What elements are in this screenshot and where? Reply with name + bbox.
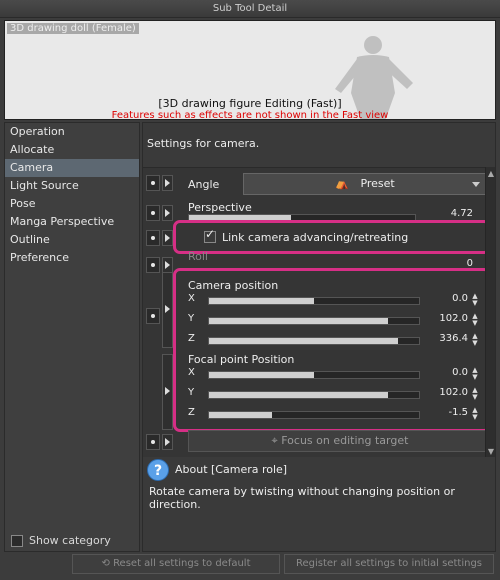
window-title: Sub Tool Detail bbox=[0, 0, 500, 18]
reset-icon: ⟲ bbox=[101, 558, 114, 569]
focal-x-spin-icon[interactable]: ▲ ▼ bbox=[470, 367, 480, 381]
register-settings-button[interactable]: Register all settings to initial setting… bbox=[284, 554, 494, 574]
sidebar-item-preference[interactable]: Preference bbox=[5, 249, 139, 267]
settings-panel: Angle ⛺ Preset Perspective 4.72 ✓ Link c… bbox=[143, 167, 487, 457]
question-icon: ? bbox=[147, 459, 169, 481]
sidebar-item-camera[interactable]: Camera bbox=[5, 159, 139, 177]
scroll-up-icon[interactable]: ▲ bbox=[487, 169, 495, 178]
focus-button-label: Focus on editing target bbox=[281, 434, 409, 447]
focal-z-value[interactable]: -1.5 bbox=[408, 407, 468, 418]
bottom-bar: ⟲ Reset all settings to default Register… bbox=[0, 554, 500, 580]
doll-name-label: 3D drawing doll (Female) bbox=[7, 23, 139, 34]
link-camera-highlight: ✓ Link camera advancing/retreating bbox=[173, 220, 487, 254]
preset-label: Preset bbox=[360, 177, 395, 190]
checkmark-icon: ✓ bbox=[205, 227, 216, 241]
camera-y-axis: Y bbox=[188, 313, 195, 324]
about-title: About [Camera role] bbox=[175, 463, 288, 476]
camera-z-slider[interactable] bbox=[208, 337, 420, 345]
camera-y-slider[interactable] bbox=[208, 317, 420, 325]
expand-arrow-icon[interactable] bbox=[162, 230, 173, 246]
camera-z-axis: Z bbox=[188, 333, 195, 344]
expand-arrow-icon[interactable] bbox=[162, 175, 173, 191]
scroll-down-icon[interactable]: ▼ bbox=[487, 447, 495, 456]
camera-z-value[interactable]: 336.4 bbox=[408, 333, 468, 344]
preview-area: 3D drawing doll (Female) [3D drawing fig… bbox=[4, 20, 496, 120]
expand-arrow-icon[interactable] bbox=[162, 257, 173, 273]
position-highlight: Camera position X 0.0 ▲ ▼ Y 102.0 ▲ ▼ Z 33… bbox=[173, 268, 487, 432]
eye-icon[interactable] bbox=[146, 175, 160, 191]
show-category-checkbox[interactable] bbox=[11, 534, 23, 547]
eye-icon[interactable] bbox=[146, 308, 160, 324]
sidebar-item-light-source[interactable]: Light Source bbox=[5, 177, 139, 195]
sidebar-item-outline[interactable]: Outline bbox=[5, 231, 139, 249]
angle-label: Angle bbox=[188, 178, 220, 191]
focal-x-slider[interactable] bbox=[208, 371, 420, 379]
focal-z-spin-icon[interactable]: ▲ ▼ bbox=[470, 407, 480, 421]
camera-x-slider[interactable] bbox=[208, 297, 420, 305]
chevron-down-icon bbox=[472, 182, 480, 187]
show-category-option[interactable]: Show category bbox=[11, 534, 111, 547]
camera-x-value[interactable]: 0.0 bbox=[408, 293, 468, 304]
expand-arrow-icon[interactable] bbox=[162, 272, 173, 348]
settings-scrollbar[interactable]: ▲ ▼ bbox=[485, 167, 495, 457]
focal-x-axis: X bbox=[188, 367, 195, 378]
camera-z-spin-icon[interactable]: ▲ ▼ bbox=[470, 333, 480, 347]
focal-x-value[interactable]: 0.0 bbox=[408, 367, 468, 378]
expand-arrow-icon[interactable] bbox=[162, 354, 173, 430]
camera-y-spin-icon[interactable]: ▲ ▼ bbox=[470, 313, 480, 327]
focal-z-axis: Z bbox=[188, 407, 195, 418]
eye-icon[interactable] bbox=[146, 257, 160, 273]
eye-icon[interactable] bbox=[146, 434, 160, 450]
sidebar-item-allocate[interactable]: Allocate bbox=[5, 141, 139, 159]
sidebar-item-pose[interactable]: Pose bbox=[5, 195, 139, 213]
camera-position-label: Camera position bbox=[188, 279, 279, 292]
preview-warning-text: Features such as effects are not shown i… bbox=[111, 110, 389, 120]
focus-icon: ⌖ bbox=[271, 434, 282, 447]
camera-x-spin-icon[interactable]: ▲ ▼ bbox=[470, 293, 480, 307]
link-camera-label: Link camera advancing/retreating bbox=[222, 231, 409, 244]
preview-mode-text: [3D drawing figure Editing (Fast)] bbox=[158, 97, 342, 110]
expand-arrow-icon[interactable] bbox=[162, 434, 173, 450]
sidebar-item-operation[interactable]: Operation bbox=[5, 123, 139, 141]
reset-settings-button[interactable]: ⟲ Reset all settings to default bbox=[72, 554, 280, 574]
camera-y-value[interactable]: 102.0 bbox=[408, 313, 468, 324]
expand-arrow-icon[interactable] bbox=[162, 205, 173, 221]
settings-main: Settings for camera. Angle ⛺ Preset Pers… bbox=[142, 122, 496, 552]
roll-label: Roll bbox=[188, 250, 208, 263]
focal-y-spin-icon[interactable]: ▲ ▼ bbox=[470, 387, 480, 401]
preset-icon: ⛺ bbox=[335, 177, 349, 190]
eye-icon[interactable] bbox=[146, 230, 160, 246]
focal-z-slider[interactable] bbox=[208, 411, 420, 419]
preset-dropdown[interactable]: ⛺ Preset bbox=[243, 173, 487, 195]
camera-x-axis: X bbox=[188, 293, 195, 304]
category-sidebar: Operation Allocate Camera Light Source P… bbox=[4, 122, 140, 552]
sidebar-item-manga-perspective[interactable]: Manga Perspective bbox=[5, 213, 139, 231]
show-category-label: Show category bbox=[29, 534, 111, 547]
reset-settings-label: Reset all settings to default bbox=[113, 558, 251, 569]
focal-y-axis: Y bbox=[188, 387, 195, 398]
focal-y-value[interactable]: 102.0 bbox=[408, 387, 468, 398]
eye-icon[interactable] bbox=[146, 205, 160, 221]
about-section: ? About [Camera role] Rotate camera by t… bbox=[147, 459, 491, 511]
perspective-value[interactable]: 4.72 bbox=[423, 208, 473, 219]
focal-point-label: Focal point Position bbox=[188, 353, 295, 366]
perspective-label: Perspective bbox=[188, 201, 252, 214]
about-description: Rotate camera by twisting without changi… bbox=[149, 485, 455, 511]
settings-heading: Settings for camera. bbox=[147, 137, 260, 150]
focal-y-slider[interactable] bbox=[208, 391, 420, 399]
focus-editing-target-button[interactable]: ⌖ Focus on editing target bbox=[188, 430, 487, 452]
